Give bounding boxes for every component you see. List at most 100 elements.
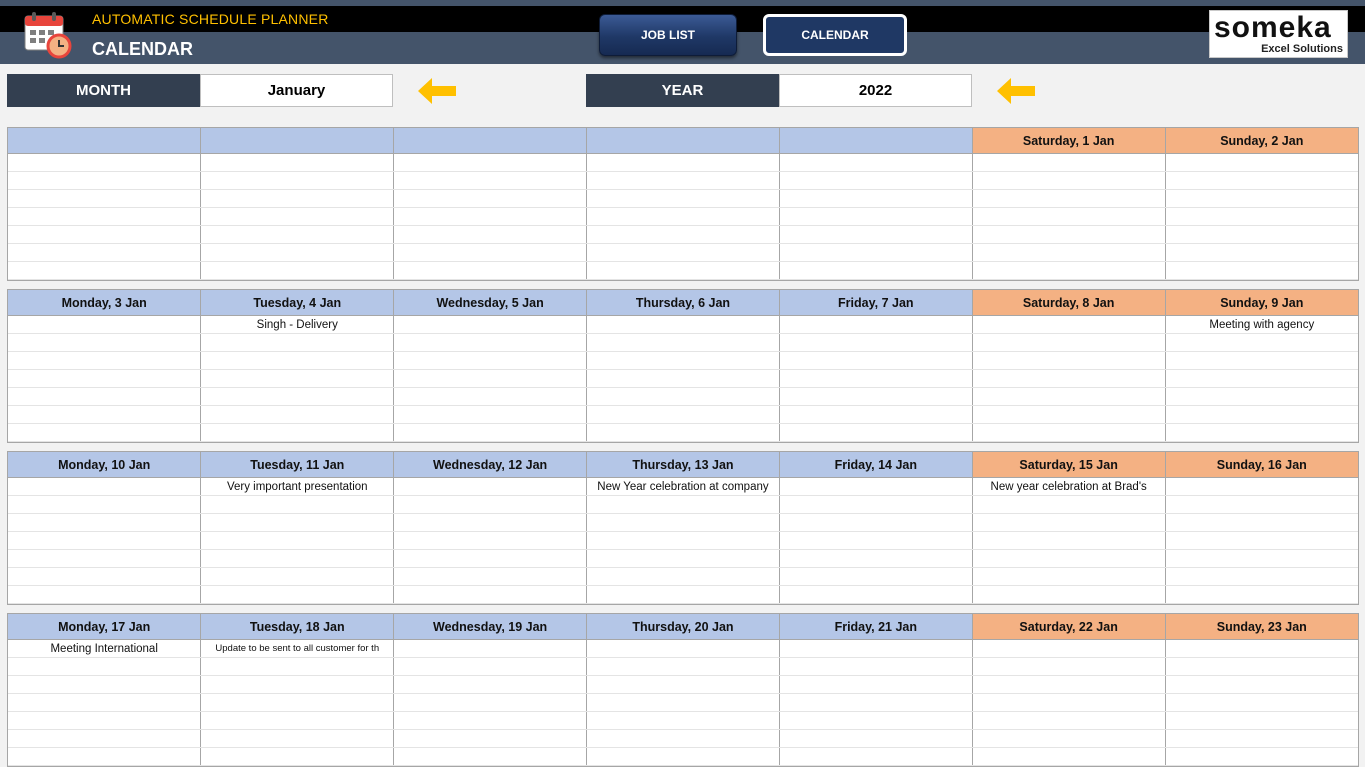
schedule-cell[interactable]	[972, 171, 1166, 190]
schedule-cell[interactable]	[200, 675, 395, 694]
schedule-cell[interactable]	[779, 549, 973, 568]
schedule-cell[interactable]	[586, 153, 780, 172]
schedule-cell[interactable]	[779, 477, 973, 496]
schedule-cell[interactable]	[586, 207, 780, 226]
schedule-cell[interactable]	[779, 675, 973, 694]
schedule-cell[interactable]	[393, 189, 588, 208]
schedule-cell[interactable]: Meeting International	[8, 639, 202, 658]
schedule-cell[interactable]	[8, 243, 202, 262]
schedule-cell[interactable]	[8, 531, 202, 550]
schedule-cell[interactable]: Very important presentation	[200, 477, 395, 496]
schedule-cell[interactable]	[393, 693, 588, 712]
schedule-cell[interactable]	[972, 747, 1166, 766]
schedule-cell[interactable]	[1165, 729, 1358, 748]
schedule-cell[interactable]	[972, 189, 1166, 208]
schedule-cell[interactable]	[8, 477, 202, 496]
schedule-cell[interactable]	[8, 567, 202, 586]
schedule-cell[interactable]	[8, 747, 202, 766]
schedule-cell[interactable]	[779, 225, 973, 244]
schedule-cell[interactable]	[200, 657, 395, 676]
schedule-cell[interactable]	[586, 513, 780, 532]
schedule-cell[interactable]	[779, 585, 973, 604]
schedule-cell[interactable]	[393, 171, 588, 190]
schedule-cell[interactable]	[393, 639, 588, 658]
schedule-cell[interactable]	[200, 243, 395, 262]
schedule-cell[interactable]	[200, 495, 395, 514]
year-select[interactable]: 2022	[779, 74, 972, 107]
schedule-cell[interactable]	[393, 423, 588, 442]
schedule-cell[interactable]	[1165, 711, 1358, 730]
schedule-cell[interactable]	[1165, 513, 1358, 532]
schedule-cell[interactable]	[586, 387, 780, 406]
schedule-cell[interactable]	[1165, 333, 1358, 352]
month-select[interactable]: January	[200, 74, 393, 107]
schedule-cell[interactable]	[8, 207, 202, 226]
schedule-cell[interactable]	[393, 315, 588, 334]
schedule-cell[interactable]	[8, 189, 202, 208]
schedule-cell[interactable]	[8, 423, 202, 442]
schedule-cell[interactable]	[586, 171, 780, 190]
schedule-cell[interactable]	[972, 243, 1166, 262]
schedule-cell[interactable]	[1165, 549, 1358, 568]
schedule-cell[interactable]	[393, 711, 588, 730]
job-list-button[interactable]: JOB LIST	[599, 14, 737, 56]
schedule-cell[interactable]	[8, 153, 202, 172]
schedule-cell[interactable]	[972, 333, 1166, 352]
schedule-cell[interactable]	[972, 513, 1166, 532]
schedule-cell[interactable]	[200, 531, 395, 550]
schedule-cell[interactable]	[586, 585, 780, 604]
schedule-cell[interactable]	[200, 153, 395, 172]
schedule-cell[interactable]	[1165, 639, 1358, 658]
schedule-cell[interactable]	[393, 675, 588, 694]
schedule-cell[interactable]	[586, 333, 780, 352]
schedule-cell[interactable]	[1165, 423, 1358, 442]
schedule-cell[interactable]	[8, 549, 202, 568]
schedule-cell[interactable]	[586, 261, 780, 280]
schedule-cell[interactable]	[972, 153, 1166, 172]
schedule-cell[interactable]	[1165, 351, 1358, 370]
schedule-cell[interactable]	[972, 639, 1166, 658]
schedule-cell[interactable]	[393, 495, 588, 514]
schedule-cell[interactable]	[779, 711, 973, 730]
schedule-cell[interactable]	[586, 747, 780, 766]
schedule-cell[interactable]	[393, 549, 588, 568]
schedule-cell[interactable]	[1165, 585, 1358, 604]
schedule-cell[interactable]	[1165, 153, 1358, 172]
schedule-cell[interactable]: Update to be sent to all customer for th	[200, 639, 395, 658]
schedule-cell[interactable]	[779, 693, 973, 712]
schedule-cell[interactable]	[8, 315, 202, 334]
schedule-cell[interactable]	[1165, 207, 1358, 226]
schedule-cell[interactable]	[393, 387, 588, 406]
schedule-cell[interactable]	[779, 405, 973, 424]
schedule-cell[interactable]	[972, 405, 1166, 424]
schedule-cell[interactable]	[8, 333, 202, 352]
schedule-cell[interactable]	[393, 567, 588, 586]
schedule-cell[interactable]	[200, 333, 395, 352]
schedule-cell[interactable]	[393, 477, 588, 496]
schedule-cell[interactable]	[972, 387, 1166, 406]
schedule-cell[interactable]	[393, 261, 588, 280]
schedule-cell[interactable]	[779, 657, 973, 676]
schedule-cell[interactable]	[200, 189, 395, 208]
schedule-cell[interactable]	[1165, 657, 1358, 676]
schedule-cell[interactable]	[8, 405, 202, 424]
schedule-cell[interactable]	[779, 747, 973, 766]
schedule-cell[interactable]	[8, 675, 202, 694]
schedule-cell[interactable]	[586, 243, 780, 262]
schedule-cell[interactable]	[200, 423, 395, 442]
schedule-cell[interactable]	[393, 153, 588, 172]
schedule-cell[interactable]	[200, 747, 395, 766]
schedule-cell[interactable]	[200, 207, 395, 226]
schedule-cell[interactable]	[586, 351, 780, 370]
schedule-cell[interactable]	[200, 171, 395, 190]
schedule-cell[interactable]	[393, 729, 588, 748]
schedule-cell[interactable]	[393, 225, 588, 244]
schedule-cell[interactable]	[779, 333, 973, 352]
schedule-cell[interactable]	[779, 531, 973, 550]
schedule-cell[interactable]: New Year celebration at company	[586, 477, 780, 496]
schedule-cell[interactable]	[1165, 261, 1358, 280]
schedule-cell[interactable]	[393, 585, 588, 604]
schedule-cell[interactable]	[779, 189, 973, 208]
schedule-cell[interactable]	[200, 261, 395, 280]
schedule-cell[interactable]	[779, 639, 973, 658]
